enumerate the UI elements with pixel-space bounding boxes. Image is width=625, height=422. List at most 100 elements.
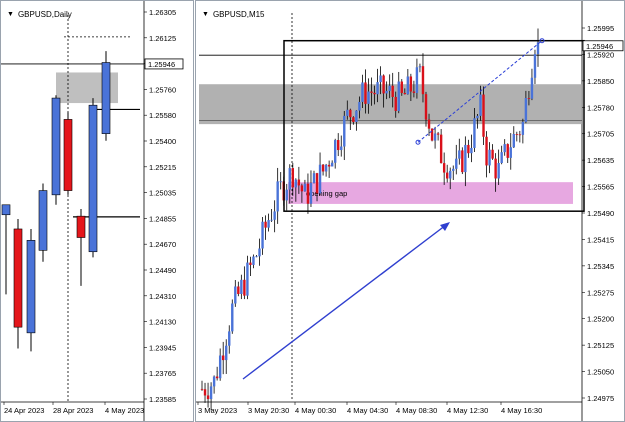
m15-price-label: 1.25565	[587, 183, 614, 192]
daily-chart-window[interactable]: ▼ GBPUSD,Daily 1.263051.261251.259461.25…	[0, 0, 194, 422]
m15-candle-body	[403, 92, 407, 95]
m15-candle-body	[445, 172, 449, 179]
m15-candle-body	[303, 183, 307, 192]
m15-candle-body	[206, 395, 210, 400]
m15-chart-window[interactable]: ▼ GBPUSD,M15 opening gap 1.25995 1.25920 1.…	[195, 0, 625, 422]
m15-price-label: 1.25635	[587, 156, 614, 165]
m15-candle-body	[294, 179, 298, 188]
m15-candle-body	[349, 109, 352, 118]
m15-price-label: 1.25780	[587, 103, 614, 112]
m15-candle-body	[321, 164, 325, 172]
m15-candle-body	[485, 136, 488, 166]
m15-candle-body	[267, 220, 270, 228]
m15-candle-body	[509, 147, 512, 158]
m15-price-label: 1.25275	[587, 288, 614, 297]
m15-candle-body	[333, 140, 337, 163]
m15-price-label: 1.25705	[587, 130, 614, 139]
m15-candle-body	[515, 133, 519, 135]
m15-candle-body	[258, 248, 261, 257]
m15-candle-body	[309, 182, 313, 204]
m15-candle-body	[527, 98, 531, 99]
m15-candle-body	[285, 189, 288, 201]
m15-candle-body	[312, 173, 316, 183]
daily-candle-body	[88, 104, 98, 253]
m15-price-label: 1.24975	[587, 394, 614, 403]
m15-candle-body	[518, 134, 522, 136]
m15-candle-body	[361, 82, 364, 102]
daily-price-label: 1.25760	[149, 85, 176, 94]
m15-candle-body	[358, 101, 361, 111]
m15-candle-body	[264, 221, 267, 228]
m15-candle-body	[379, 75, 382, 83]
m15-price-label: 1.25200	[587, 315, 614, 324]
m15-candle-body	[261, 221, 264, 249]
m15-candle-body	[442, 163, 446, 173]
daily-price-label: 1.25215	[149, 163, 176, 172]
m15-candle-body	[452, 168, 455, 171]
m15-candle-body	[418, 66, 422, 68]
m15-price-label: 1.25345	[587, 262, 614, 271]
daily-candle-body	[26, 240, 36, 334]
m15-price-label: 1.25920	[587, 50, 614, 59]
m15-candle-body	[364, 82, 367, 104]
daily-price-label: 1.24670	[149, 240, 176, 249]
m15-candle-body	[533, 54, 537, 78]
m15-date-label: 3 May 2023	[198, 406, 237, 415]
m15-candle-body	[494, 158, 497, 179]
m15-candle-body	[400, 81, 403, 93]
m15-candle-body	[482, 94, 485, 137]
m15-candle-body	[373, 92, 376, 95]
m15-candle-body	[300, 185, 304, 192]
daily-candle-body	[38, 190, 48, 251]
m15-candle-body	[382, 75, 385, 94]
daily-candle-body	[76, 215, 86, 238]
m15-candle-body	[276, 181, 279, 212]
m15-candle-body	[324, 164, 328, 172]
m15-candle-body	[340, 146, 343, 151]
m15-candle-body	[243, 279, 246, 296]
m15-candle-body	[421, 66, 425, 95]
m15-candle-body	[376, 82, 379, 95]
m15-candle-body	[306, 183, 310, 204]
m15-candle-body	[327, 164, 331, 167]
m15-chart-canvas[interactable]: opening gap 1.25995 1.25920 1.25850 1.25780 1…	[196, 1, 624, 421]
m15-candle-body	[291, 168, 295, 188]
m15-candle-body	[530, 77, 534, 99]
daily-chart-canvas[interactable]: 1.26305 1.26125 1.25946 1.25760 1.25580 1.254…	[1, 1, 193, 421]
daily-candle-body	[63, 119, 73, 191]
m15-candle-body	[343, 115, 346, 147]
m15-date-label: 4 May 16:30	[501, 406, 542, 415]
daily-date-label: 24 Apr 2023	[4, 406, 44, 415]
m15-candle-body	[215, 376, 219, 379]
daily-price-label: 1.25035	[149, 189, 176, 198]
m15-candle-body	[497, 162, 500, 179]
m15-candle-body	[279, 181, 282, 183]
daily-price-label: 1.24130	[149, 318, 176, 327]
m15-candle-body	[391, 85, 394, 97]
m15-price-label: 1.25490	[587, 209, 614, 218]
m15-candle-body	[524, 98, 528, 122]
daily-current-price: 1.25946	[148, 60, 175, 69]
m15-candle-body	[200, 388, 204, 390]
m15-candle-body	[209, 386, 213, 400]
m15-candle-body	[352, 117, 355, 123]
daily-candle-body	[51, 97, 61, 196]
daily-price-label: 1.26125	[149, 34, 176, 43]
m15-candle-body	[467, 144, 470, 154]
m15-candle-body	[255, 256, 258, 258]
m15-candle-body	[521, 121, 525, 135]
m15-candle-body	[491, 149, 494, 159]
m15-candle-body	[318, 164, 322, 194]
m15-candle-body	[237, 286, 240, 294]
m15-candle-body	[231, 303, 234, 332]
m15-candle-body	[355, 110, 358, 123]
m15-candle-body	[370, 91, 373, 93]
m15-candle-body	[503, 144, 506, 153]
m15-candle-body	[337, 140, 340, 151]
m15-candle-body	[315, 173, 319, 194]
m15-date-label: 4 May 12:30	[447, 406, 488, 415]
daily-date-label: 28 Apr 2023	[53, 406, 93, 415]
m15-candle-body	[270, 219, 273, 221]
m15-arrow-head	[440, 222, 450, 231]
m15-candle-body	[412, 91, 416, 93]
